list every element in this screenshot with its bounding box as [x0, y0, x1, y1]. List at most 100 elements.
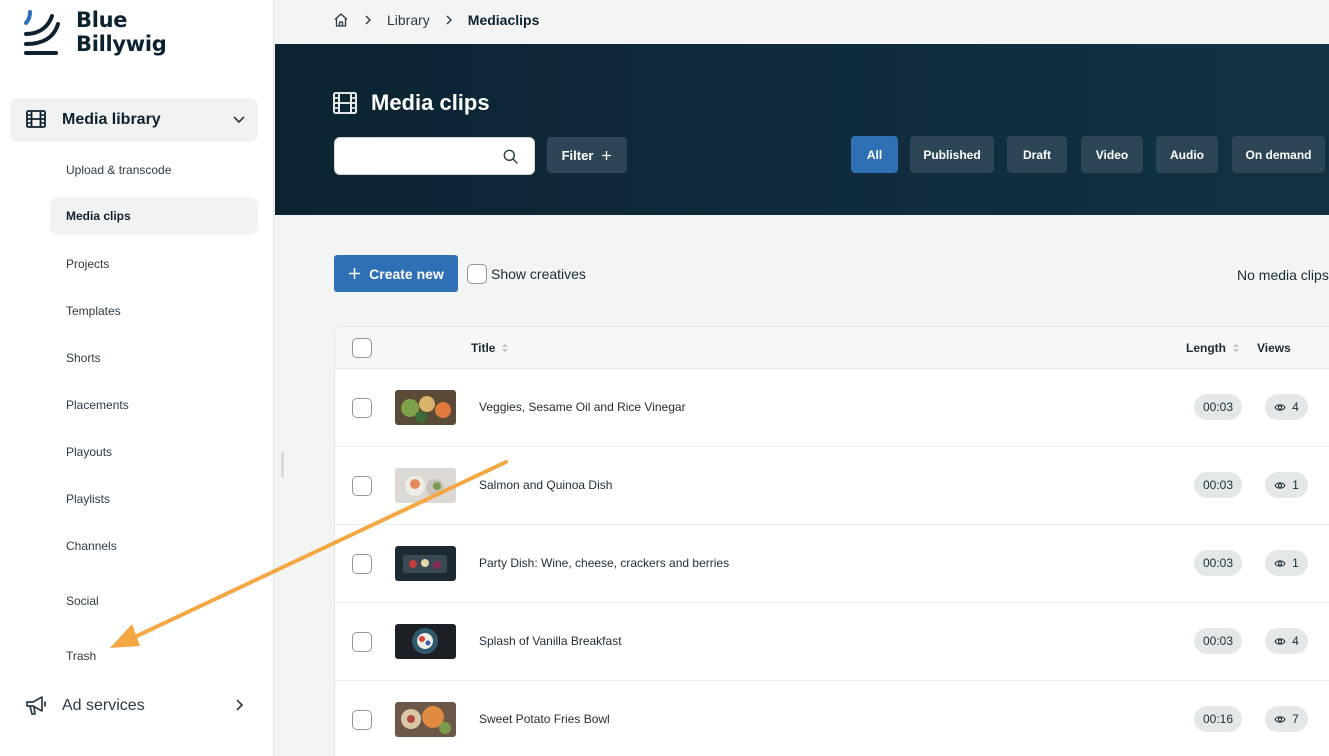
table-row[interactable]: Veggies, Sesame Oil and Rice Vinegar 00:… — [335, 369, 1329, 447]
sidebar-item-social[interactable]: Social — [50, 582, 258, 620]
show-creatives-checkbox[interactable] — [467, 264, 487, 284]
clip-thumbnail[interactable] — [395, 624, 456, 659]
search-icon[interactable] — [503, 149, 518, 164]
clip-thumbnail[interactable] — [395, 702, 456, 737]
chip-published[interactable]: Published — [910, 136, 994, 173]
nav-group-label: Media library — [62, 111, 161, 128]
selection-status: No media clips s — [1237, 267, 1329, 283]
clip-title[interactable]: Party Dish: Wine, cheese, crackers and b… — [479, 556, 729, 570]
brand-name: Blue Billywig — [76, 8, 167, 56]
media-clips-table: Title Length Views Veggies, Sesame Oil a… — [334, 326, 1329, 756]
eye-icon — [1274, 715, 1286, 723]
column-title[interactable]: Title — [471, 341, 509, 355]
clip-views-count: 7 — [1292, 712, 1299, 726]
eye-icon — [1274, 403, 1286, 411]
nav-group-media-library[interactable]: Media library — [10, 98, 258, 142]
clip-title[interactable]: Veggies, Sesame Oil and Rice Vinegar — [479, 400, 686, 414]
row-checkbox[interactable] — [352, 710, 372, 730]
clip-length: 00:03 — [1194, 628, 1242, 654]
clip-title[interactable]: Splash of Vanilla Breakfast — [479, 634, 622, 648]
clip-views-count: 4 — [1292, 400, 1299, 414]
clip-length: 00:03 — [1194, 394, 1242, 420]
eye-icon — [1274, 481, 1286, 489]
table-row[interactable]: Salmon and Quinoa Dish 00:03 1 — [335, 447, 1329, 525]
chevron-right-icon — [444, 14, 454, 26]
column-length[interactable]: Length — [1186, 341, 1240, 355]
row-checkbox[interactable] — [352, 632, 372, 652]
sort-icon — [502, 343, 509, 353]
chip-all[interactable]: All — [851, 136, 898, 173]
eye-icon — [1274, 559, 1286, 567]
clip-thumbnail[interactable] — [395, 468, 456, 503]
column-views-label: Views — [1257, 341, 1291, 355]
table-header: Title Length Views — [335, 327, 1329, 369]
sidebar-item-channels[interactable]: Channels — [50, 527, 258, 565]
film-icon — [26, 110, 46, 128]
chip-audio[interactable]: Audio — [1156, 136, 1218, 173]
megaphone-icon — [26, 696, 46, 715]
chip-on-demand[interactable]: On demand — [1232, 136, 1325, 173]
column-views[interactable]: Views — [1257, 341, 1291, 355]
clip-views: 7 — [1265, 706, 1308, 732]
clip-length: 00:16 — [1194, 706, 1242, 732]
plus-icon — [349, 268, 361, 279]
sidebar: Blue Billywig Media library Upload & tra… — [0, 0, 274, 756]
clip-thumbnail[interactable] — [395, 390, 456, 425]
row-checkbox[interactable] — [352, 554, 372, 574]
page-title: Media clips — [371, 90, 490, 115]
page-header: Media clips Filter All Published Draft V… — [275, 44, 1329, 215]
eye-icon — [1274, 637, 1286, 645]
column-title-label: Title — [471, 341, 496, 355]
logo-mark-icon — [24, 10, 60, 55]
sidebar-item-placements[interactable]: Placements — [50, 386, 258, 424]
brand-logo[interactable]: Blue Billywig — [24, 8, 167, 56]
clip-length: 00:03 — [1194, 472, 1242, 498]
sidebar-item-playouts[interactable]: Playouts — [50, 433, 258, 471]
sidebar-item-playlists[interactable]: Playlists — [50, 480, 258, 518]
chip-video[interactable]: Video — [1081, 136, 1143, 173]
create-new-button[interactable]: Create new — [334, 255, 458, 292]
sidebar-item-upload-transcode[interactable]: Upload & transcode — [50, 151, 258, 189]
sidebar-item-trash[interactable]: Trash — [50, 637, 258, 675]
breadcrumb-current: Mediaclips — [467, 12, 540, 28]
sidebar-resize-handle[interactable] — [281, 452, 284, 478]
row-checkbox[interactable] — [352, 476, 372, 496]
sidebar-item-media-clips[interactable]: Media clips — [50, 197, 258, 235]
sidebar-item-projects[interactable]: Projects — [50, 245, 258, 283]
table-row[interactable]: Splash of Vanilla Breakfast 00:03 4 — [335, 603, 1329, 681]
clip-thumbnail[interactable] — [395, 546, 456, 581]
home-icon[interactable] — [333, 12, 349, 28]
table-row[interactable]: Sweet Potato Fries Bowl 00:16 7 — [335, 681, 1329, 756]
select-all-checkbox[interactable] — [352, 338, 372, 358]
table-row[interactable]: Party Dish: Wine, cheese, crackers and b… — [335, 525, 1329, 603]
film-icon — [333, 92, 357, 114]
chevron-right-icon[interactable] — [232, 697, 246, 713]
chevron-down-icon[interactable] — [232, 112, 246, 126]
sidebar-item-shorts[interactable]: Shorts — [50, 339, 258, 377]
chip-draft[interactable]: Draft — [1007, 136, 1067, 173]
clip-views: 4 — [1265, 394, 1308, 420]
clip-views: 1 — [1265, 472, 1308, 498]
create-new-label: Create new — [369, 265, 444, 282]
nav-group-ad-services[interactable]: Ad services — [10, 686, 258, 726]
clip-views-count: 1 — [1292, 556, 1299, 570]
filter-button[interactable]: Filter — [547, 137, 627, 173]
search-input[interactable] — [345, 146, 495, 166]
page-title-row: Media clips — [333, 90, 490, 116]
nav-group-label: Ad services — [62, 697, 145, 714]
search-box[interactable] — [334, 137, 535, 175]
breadcrumb-library[interactable]: Library — [387, 12, 430, 28]
show-creatives-label: Show creatives — [491, 266, 586, 282]
column-length-label: Length — [1186, 341, 1226, 355]
topbar: Library Mediaclips — [275, 0, 1329, 44]
plus-icon — [602, 150, 612, 160]
sidebar-item-templates[interactable]: Templates — [50, 292, 258, 330]
chevron-right-icon — [363, 14, 373, 26]
clip-views-count: 4 — [1292, 634, 1299, 648]
clip-title[interactable]: Sweet Potato Fries Bowl — [479, 712, 610, 726]
show-creatives-toggle[interactable]: Show creatives — [467, 264, 586, 284]
row-checkbox[interactable] — [352, 398, 372, 418]
clip-length: 00:03 — [1194, 550, 1242, 576]
sort-icon — [1233, 343, 1239, 353]
clip-title[interactable]: Salmon and Quinoa Dish — [479, 478, 612, 492]
